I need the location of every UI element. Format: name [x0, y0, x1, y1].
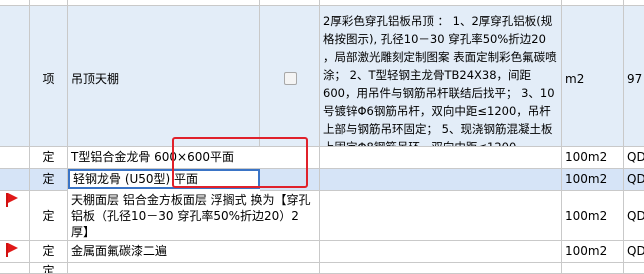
- type-cell[interactable]: 定: [30, 241, 68, 263]
- type-cell[interactable]: 项: [30, 6, 68, 147]
- checkbox[interactable]: [284, 72, 297, 85]
- type-cell[interactable]: 定: [30, 191, 68, 241]
- unit-cell[interactable]: 100m2: [562, 241, 624, 263]
- feature-cell[interactable]: [320, 191, 562, 241]
- name-cell[interactable]: 金属面氟碳漆二遍: [68, 241, 320, 263]
- table-row[interactable]: 定: [0, 263, 644, 274]
- table-row[interactable]: 定 天棚面层 铝合金方板面层 浮搁式 换为【穿孔铝板（孔径10－30 穿孔率50…: [0, 191, 644, 241]
- extra-cell[interactable]: QD: [624, 241, 644, 263]
- data-grid: 项 吊顶天棚 2厚彩色穿孔铝板吊顶 ： 1、2厚穿孔铝板(规格按图示), 孔径1…: [0, 0, 644, 274]
- table-row-selected[interactable]: 定 100m2 QD 轻钢龙骨 (U50型) 平面: [0, 169, 644, 191]
- table-row[interactable]: 定 金属面氟碳漆二遍 100m2 QD: [0, 241, 644, 263]
- feature-cell[interactable]: [320, 147, 562, 169]
- checkbox-cell[interactable]: [260, 6, 320, 147]
- name-cell[interactable]: 天棚面层 铝合金方板面层 浮搁式 换为【穿孔铝板（孔径10－30 穿孔率50%折…: [68, 191, 320, 241]
- extra-cell[interactable]: QD: [624, 147, 644, 169]
- row-indicator[interactable]: [0, 191, 30, 241]
- feature-cell[interactable]: 2厚彩色穿孔铝板吊顶 ： 1、2厚穿孔铝板(规格按图示), 孔径10－30 穿孔…: [320, 6, 562, 147]
- unit-cell[interactable]: 100m2: [562, 191, 624, 241]
- feature-cell[interactable]: [320, 241, 562, 263]
- extra-cell[interactable]: QD: [624, 169, 644, 191]
- row-indicator[interactable]: [0, 6, 30, 147]
- table-row[interactable]: 项 吊顶天棚 2厚彩色穿孔铝板吊顶 ： 1、2厚穿孔铝板(规格按图示), 孔径1…: [0, 6, 644, 147]
- feature-cell[interactable]: [320, 169, 562, 191]
- name-cell[interactable]: 吊顶天棚: [68, 6, 260, 147]
- extra-cell[interactable]: QD: [624, 191, 644, 241]
- unit-cell[interactable]: m2: [562, 6, 624, 147]
- type-cell[interactable]: 定: [30, 263, 68, 274]
- row-indicator[interactable]: [0, 241, 30, 263]
- red-flag-icon: [5, 243, 19, 257]
- unit-cell[interactable]: 100m2: [562, 147, 624, 169]
- red-flag-icon: [5, 193, 19, 207]
- extra-cell[interactable]: 97: [624, 6, 644, 147]
- row-indicator[interactable]: [0, 147, 30, 169]
- unit-cell[interactable]: 100m2: [562, 169, 624, 191]
- row-indicator[interactable]: [0, 169, 30, 191]
- type-cell[interactable]: 定: [30, 169, 68, 191]
- table-row[interactable]: 定 T型铝合金龙骨 600×600平面 100m2 QD: [0, 147, 644, 169]
- type-cell[interactable]: 定: [30, 147, 68, 169]
- highlight-annotation-box: [172, 137, 308, 188]
